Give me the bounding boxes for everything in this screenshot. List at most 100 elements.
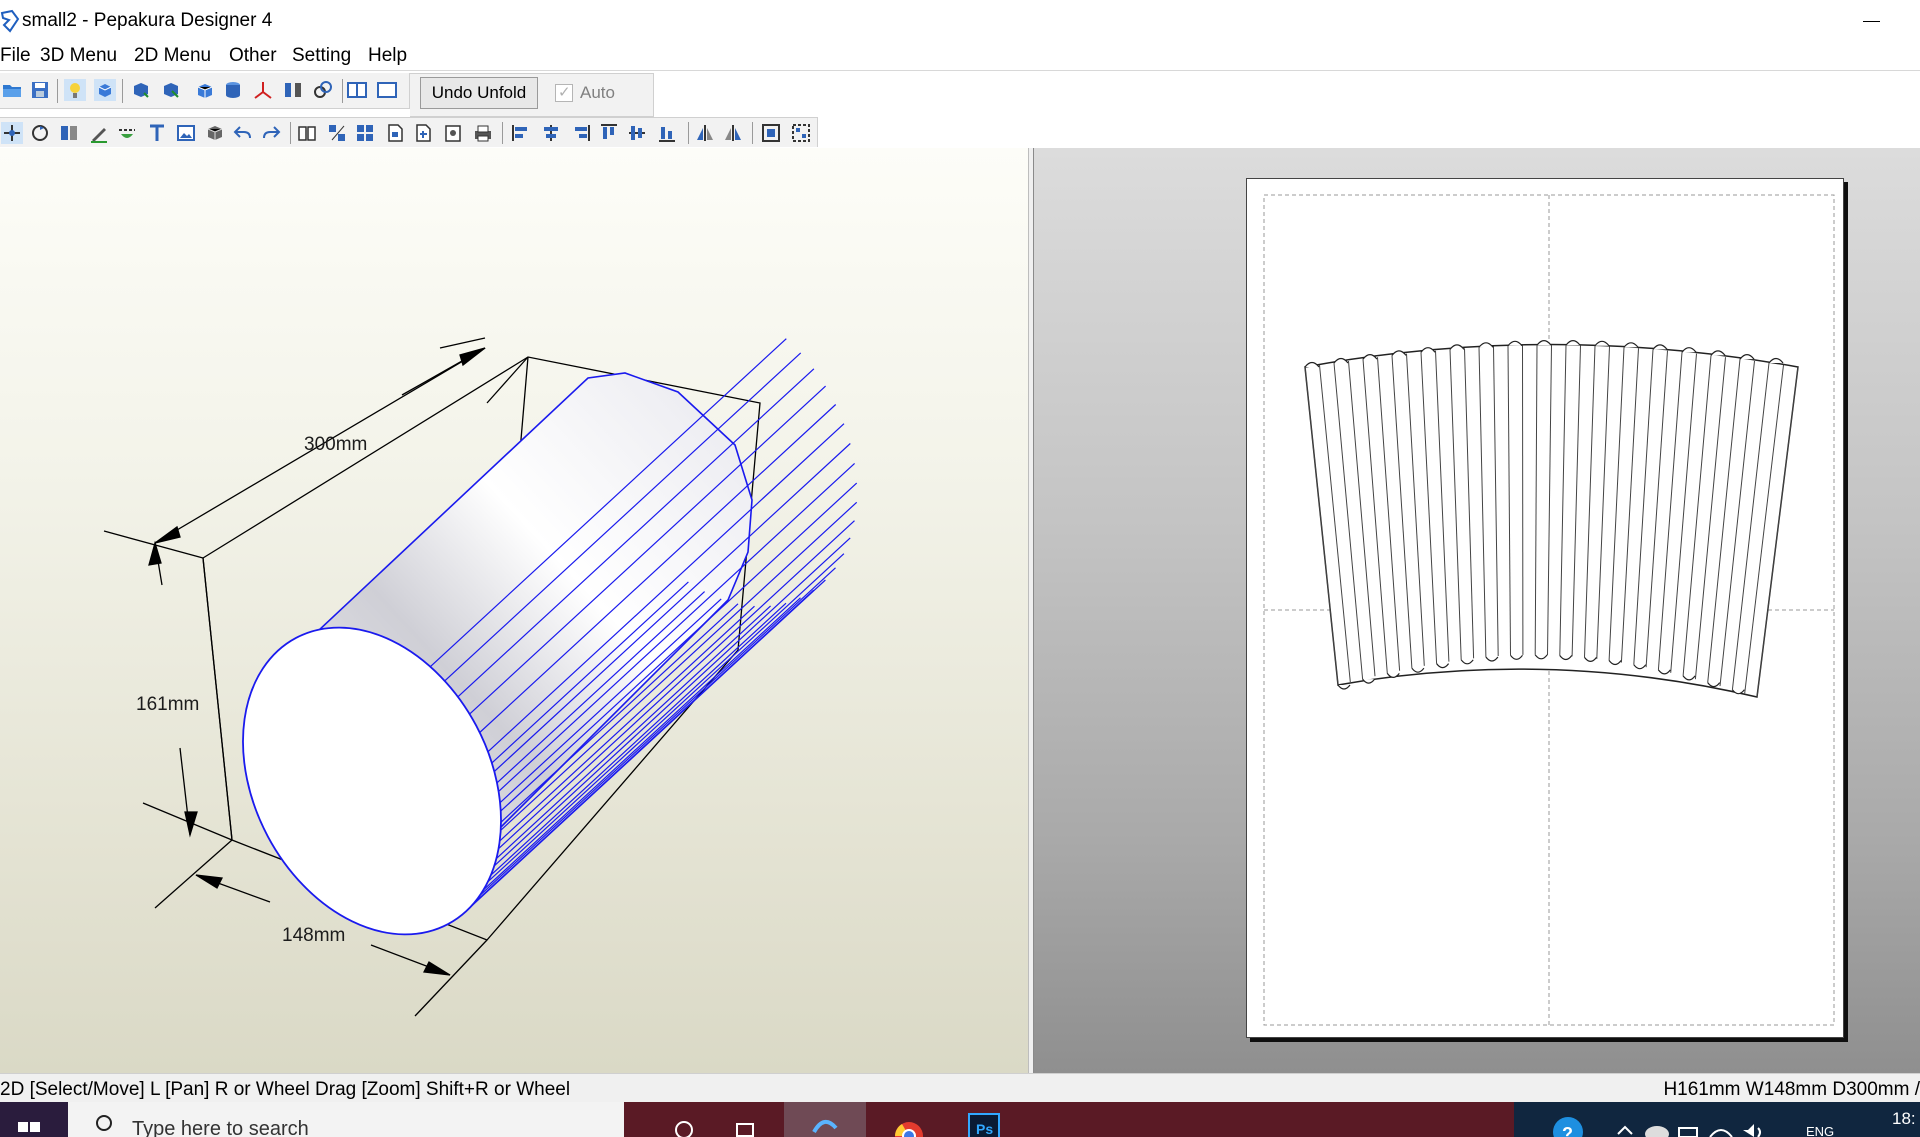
- toolbar-main: [0, 73, 410, 109]
- minimize-button[interactable]: [1855, 2, 1905, 40]
- 3d-view-canvas[interactable]: 300mm 161mm 148mm: [0, 148, 1028, 1073]
- menu-file[interactable]: File: [0, 45, 31, 67]
- glue-tab: [1337, 684, 1351, 690]
- layout-view-icon[interactable]: [346, 79, 368, 101]
- windows-logo-icon: [18, 1122, 40, 1132]
- undo-unfold-button[interactable]: Undo Unfold: [420, 77, 538, 109]
- redo-icon[interactable]: [260, 122, 282, 144]
- align-right-icon[interactable]: [570, 122, 592, 144]
- menu-2d[interactable]: 2D Menu: [134, 45, 211, 67]
- glue-tab: [1333, 357, 1349, 364]
- glue-tab: [1565, 340, 1581, 346]
- glue-tab: [1391, 350, 1407, 356]
- glue-tab: [1362, 678, 1376, 684]
- glue-tab: [1478, 342, 1494, 348]
- svg-text:?: ?: [1562, 1124, 1573, 1137]
- page-add-icon[interactable]: [412, 122, 434, 144]
- pepakura-app-icon: [0, 9, 20, 33]
- grid-icon[interactable]: [354, 122, 376, 144]
- photoshop-icon[interactable]: Ps: [954, 1102, 1014, 1137]
- cylinder-3d-model: [103, 337, 858, 1017]
- align-middle-icon[interactable]: [626, 122, 648, 144]
- select-move-icon[interactable]: [1, 122, 23, 144]
- cylinder-icon[interactable]: [222, 79, 244, 101]
- join-icon[interactable]: [58, 122, 80, 144]
- align-left-icon[interactable]: [510, 122, 532, 144]
- auto-checkbox[interactable]: [555, 83, 573, 102]
- open-folder-icon[interactable]: [1, 79, 23, 101]
- mirror-icon[interactable]: [694, 122, 716, 144]
- windows-taskbar: Type here to search Ps ? ENG 18:: [0, 1102, 1920, 1137]
- menu-setting[interactable]: Setting: [292, 45, 351, 67]
- status-dimensions: H161mm W148mm D300mm /: [1663, 1079, 1920, 1100]
- flip-icon[interactable]: [722, 122, 744, 144]
- pepakura-taskbar-button[interactable]: [784, 1102, 866, 1137]
- print-icon[interactable]: [472, 122, 494, 144]
- glue-tab: [1710, 350, 1726, 356]
- pepakura-icon: [812, 1120, 838, 1134]
- tray-overflow-icon[interactable]: [1610, 1120, 1640, 1137]
- align-top-icon[interactable]: [598, 122, 620, 144]
- toolbar-area: Undo Unfold Auto: [0, 71, 1920, 219]
- clock[interactable]: 18:: [1892, 1109, 1916, 1129]
- glue-tab: [1507, 340, 1523, 347]
- depth-dimension-label: 300mm: [304, 434, 368, 455]
- arrange-icon[interactable]: [790, 122, 812, 144]
- input-language[interactable]: ENG: [1806, 1124, 1834, 1137]
- glue-tab: [1681, 347, 1697, 353]
- menu-bar: File 3D Menu 2D Menu Other Setting Help: [0, 42, 1920, 71]
- page-icon[interactable]: [384, 122, 406, 144]
- glue-tab: [1449, 344, 1465, 350]
- text-icon[interactable]: [146, 122, 168, 144]
- align-bottom-icon[interactable]: [656, 122, 678, 144]
- cloud-icon[interactable]: [1642, 1120, 1672, 1137]
- undo-icon[interactable]: [232, 122, 254, 144]
- taskbar-search-box[interactable]: Type here to search: [68, 1102, 624, 1137]
- unfold-icon[interactable]: [130, 79, 152, 101]
- rotate-icon[interactable]: [29, 122, 51, 144]
- glue-tab: [1420, 347, 1436, 353]
- status-bar: 2D [Select/Move] L [Pan] R or Wheel Drag…: [0, 1073, 1920, 1102]
- split-icon[interactable]: [282, 79, 304, 101]
- pencil-icon[interactable]: [88, 122, 110, 144]
- toolbar-2d: [0, 117, 818, 147]
- menu-other[interactable]: Other: [229, 45, 277, 67]
- glue-tab: [1304, 361, 1320, 368]
- axis-icon[interactable]: [252, 79, 274, 101]
- auto-label: Auto: [580, 83, 615, 102]
- fit-icon[interactable]: [760, 122, 782, 144]
- cube-rotate-icon[interactable]: [94, 79, 116, 101]
- system-tray: ?: [1514, 1102, 1920, 1137]
- align-center-icon[interactable]: [540, 122, 562, 144]
- light-icon[interactable]: [64, 79, 86, 101]
- box-icon[interactable]: [194, 79, 216, 101]
- battery-icon[interactable]: [1674, 1120, 1704, 1137]
- cube-icon[interactable]: [204, 122, 226, 144]
- volume-icon[interactable]: [1738, 1120, 1768, 1137]
- 2d-view-canvas[interactable]: [1034, 148, 1920, 1073]
- help-icon[interactable]: ?: [1550, 1112, 1586, 1137]
- parts-icon[interactable]: [326, 122, 348, 144]
- search-icon[interactable]: [644, 1102, 694, 1137]
- chrome-icon[interactable]: [879, 1102, 939, 1137]
- unfold-edit-icon[interactable]: [160, 79, 182, 101]
- glue-tab: [1768, 357, 1784, 364]
- menu-help[interactable]: Help: [368, 45, 407, 67]
- height-dimension-label: 161mm: [136, 694, 200, 715]
- wifi-icon[interactable]: [1706, 1120, 1736, 1137]
- search-placeholder: Type here to search: [132, 1118, 309, 1137]
- start-button[interactable]: [0, 1102, 68, 1137]
- fold-icon[interactable]: [116, 122, 138, 144]
- window-view-icon[interactable]: [376, 79, 398, 101]
- image-icon[interactable]: [175, 122, 197, 144]
- glue-tab: [1594, 340, 1610, 347]
- link-icon[interactable]: [312, 79, 334, 101]
- status-hint: 2D [Select/Move] L [Pan] R or Wheel Drag…: [0, 1079, 571, 1100]
- save-icon[interactable]: [29, 79, 51, 101]
- book-icon[interactable]: [296, 122, 318, 144]
- width-dimension-label: 148mm: [282, 925, 346, 946]
- taskbar-apps: Ps: [624, 1102, 1537, 1137]
- print-preview-icon[interactable]: [442, 122, 464, 144]
- task-view-icon[interactable]: [719, 1102, 769, 1137]
- menu-3d[interactable]: 3D Menu: [40, 45, 117, 67]
